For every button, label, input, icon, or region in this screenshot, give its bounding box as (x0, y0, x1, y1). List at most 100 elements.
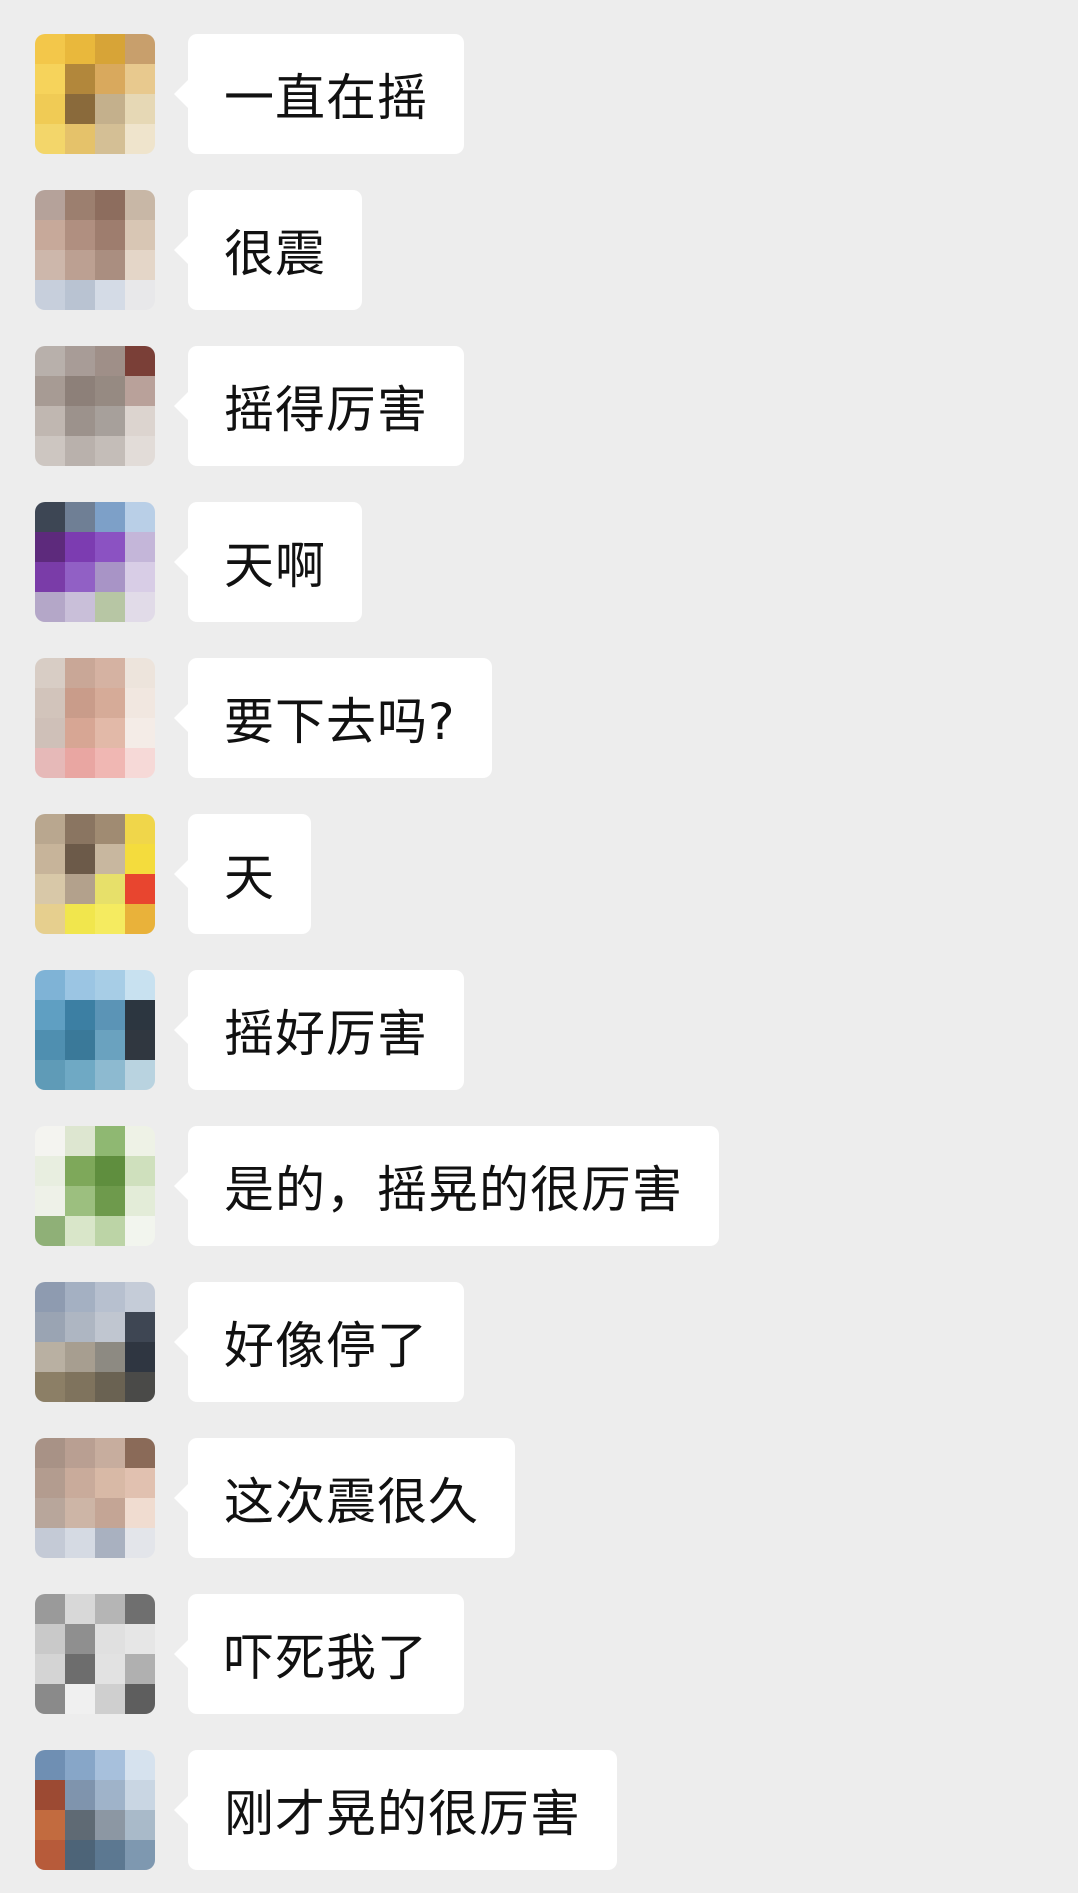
avatar-mosaic-tile (65, 688, 95, 718)
avatar-mosaic-tile (95, 844, 125, 874)
message-text: 要下去吗? (224, 693, 456, 751)
avatar-mosaic-tile (95, 874, 125, 904)
avatar[interactable] (35, 1282, 155, 1402)
avatar-mosaic-tile (65, 1438, 95, 1468)
avatar[interactable] (35, 502, 155, 622)
avatar-mosaic-tile (95, 1030, 125, 1060)
avatar-mosaic-tile (35, 502, 65, 532)
avatar-mosaic-tile (65, 562, 95, 592)
avatar-mosaic-tile (95, 346, 125, 376)
avatar-mosaic-tile (35, 1780, 65, 1810)
avatar-mosaic-tile (65, 346, 95, 376)
avatar-mosaic-tile (65, 970, 95, 1000)
avatar-mosaic-tile (125, 970, 155, 1000)
avatar-mosaic-tile (125, 280, 155, 310)
avatar-mosaic-tile (35, 190, 65, 220)
avatar-mosaic-tile (35, 436, 65, 466)
avatar-mosaic-tile (35, 1684, 65, 1714)
avatar-mosaic-tile (65, 1342, 95, 1372)
avatar-mosaic-tile (35, 688, 65, 718)
avatar-mosaic-tile (125, 1468, 155, 1498)
avatar-mosaic-tile (65, 1216, 95, 1246)
avatar-mosaic-tile (95, 250, 125, 280)
avatar-mosaic-tile (125, 904, 155, 934)
avatar-mosaic-tile (65, 436, 95, 466)
message-bubble[interactable]: 好像停了 (174, 1282, 464, 1402)
avatar-mosaic-tile (65, 1654, 95, 1684)
avatar-mosaic-tile (95, 436, 125, 466)
avatar-mosaic-tile (65, 190, 95, 220)
avatar-mosaic-tile (35, 1438, 65, 1468)
avatar-mosaic-tile (125, 190, 155, 220)
avatar-mosaic-tile (35, 1528, 65, 1558)
avatar-mosaic-tile (95, 190, 125, 220)
chat-message: 天 (0, 814, 1078, 934)
avatar-mosaic-tile (95, 562, 125, 592)
chat-message: 好像停了 (0, 1282, 1078, 1402)
avatar-mosaic-tile (65, 64, 95, 94)
message-bubble[interactable]: 是的，摇晃的很厉害 (174, 1126, 719, 1246)
message-bubble[interactable]: 这次震很久 (174, 1438, 515, 1558)
avatar-mosaic-tile (35, 250, 65, 280)
avatar[interactable] (35, 1750, 155, 1870)
avatar-mosaic-tile (125, 1186, 155, 1216)
avatar[interactable] (35, 346, 155, 466)
avatar[interactable] (35, 190, 155, 310)
chat-message: 这次震很久 (0, 1438, 1078, 1558)
avatar-mosaic-tile (125, 1684, 155, 1714)
avatar-mosaic-tile (125, 1060, 155, 1090)
avatar-mosaic-tile (95, 34, 125, 64)
message-bubble[interactable]: 刚才晃的很厉害 (174, 1750, 617, 1870)
avatar[interactable] (35, 970, 155, 1090)
avatar-mosaic-tile (35, 1750, 65, 1780)
avatar-mosaic-tile (125, 64, 155, 94)
avatar[interactable] (35, 1126, 155, 1246)
avatar-mosaic-tile (125, 1594, 155, 1624)
avatar-mosaic-tile (95, 502, 125, 532)
avatar-mosaic-tile (125, 376, 155, 406)
message-bubble[interactable]: 摇得厉害 (174, 346, 464, 466)
avatar-mosaic-tile (35, 1156, 65, 1186)
message-bubble[interactable]: 摇好厉害 (174, 970, 464, 1090)
avatar-mosaic-tile (125, 502, 155, 532)
avatar-mosaic-tile (65, 718, 95, 748)
avatar-mosaic-tile (35, 592, 65, 622)
chat-message: 一直在摇 (0, 34, 1078, 154)
avatar-mosaic-tile (65, 814, 95, 844)
message-bubble[interactable]: 很震 (174, 190, 362, 310)
avatar-mosaic-tile (35, 1126, 65, 1156)
avatar-mosaic-tile (95, 718, 125, 748)
avatar-mosaic-tile (65, 1594, 95, 1624)
avatar-mosaic-tile (95, 904, 125, 934)
avatar-mosaic-tile (35, 904, 65, 934)
avatar[interactable] (35, 814, 155, 934)
avatar-mosaic-tile (125, 94, 155, 124)
avatar-mosaic-tile (95, 220, 125, 250)
message-bubble[interactable]: 要下去吗? (174, 658, 492, 778)
avatar[interactable] (35, 1594, 155, 1714)
avatar-mosaic-tile (65, 1156, 95, 1186)
avatar-mosaic-tile (35, 532, 65, 562)
avatar-mosaic-tile (65, 1498, 95, 1528)
message-bubble[interactable]: 天啊 (174, 502, 362, 622)
avatar-mosaic-tile (125, 124, 155, 154)
avatar-mosaic-tile (125, 748, 155, 778)
message-bubble[interactable]: 一直在摇 (174, 34, 464, 154)
message-bubble[interactable]: 天 (174, 814, 311, 934)
avatar-mosaic-tile (125, 1810, 155, 1840)
chat-message: 是的，摇晃的很厉害 (0, 1126, 1078, 1246)
message-text: 是的，摇晃的很厉害 (224, 1161, 683, 1219)
message-bubble[interactable]: 吓死我了 (174, 1594, 464, 1714)
message-text: 刚才晃的很厉害 (224, 1785, 581, 1843)
avatar-mosaic-tile (95, 1312, 125, 1342)
avatar[interactable] (35, 34, 155, 154)
avatar-mosaic-tile (95, 1528, 125, 1558)
avatar-mosaic-tile (65, 1468, 95, 1498)
avatar-mosaic-tile (125, 1840, 155, 1870)
avatar-mosaic-tile (65, 406, 95, 436)
avatar-mosaic-tile (35, 1342, 65, 1372)
avatar[interactable] (35, 1438, 155, 1558)
avatar-mosaic-tile (65, 904, 95, 934)
avatar[interactable] (35, 658, 155, 778)
avatar-mosaic-tile (65, 1810, 95, 1840)
